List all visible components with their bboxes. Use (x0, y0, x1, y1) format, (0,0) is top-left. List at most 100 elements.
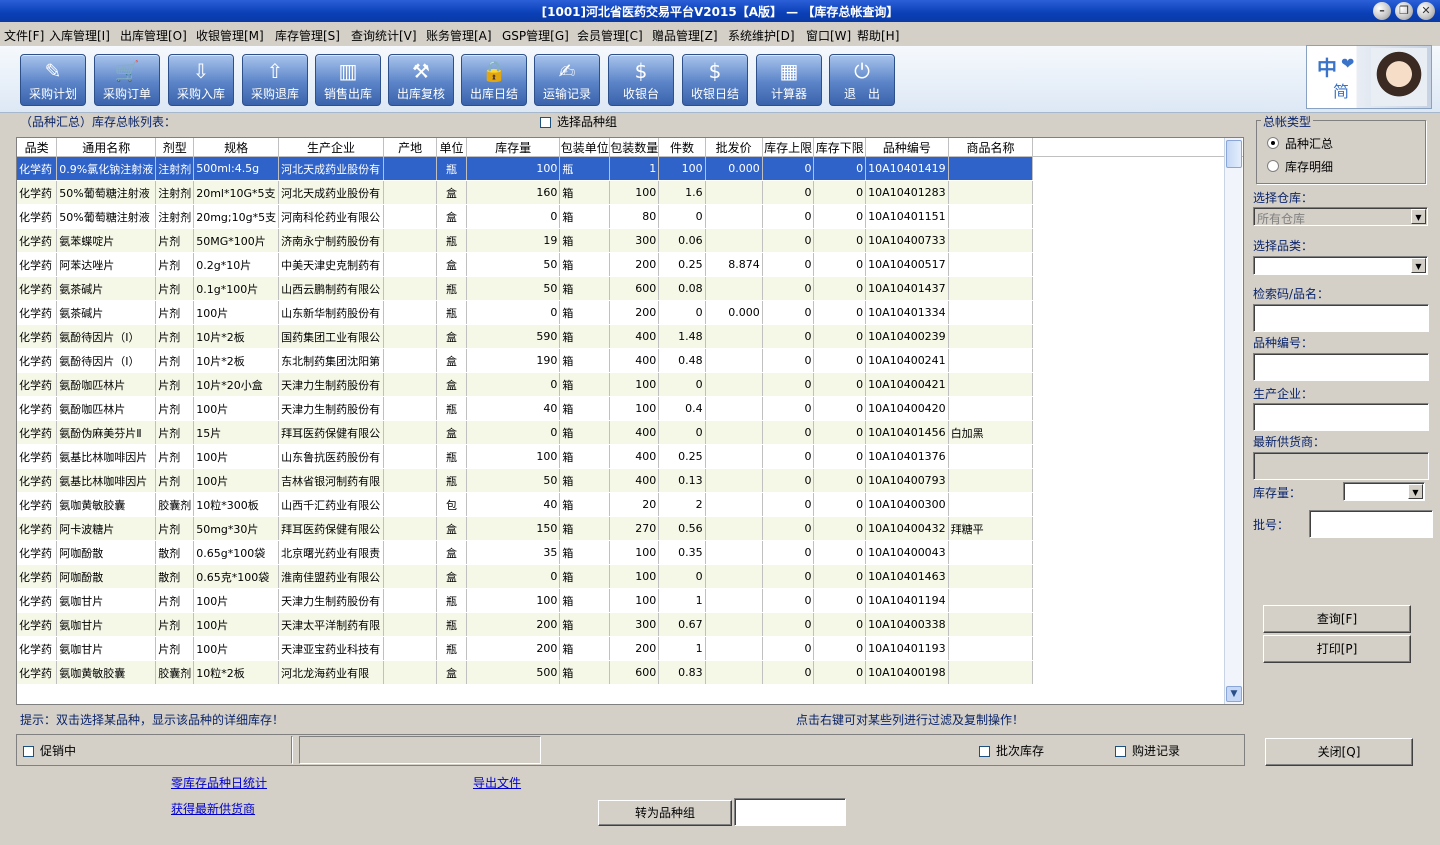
column-header[interactable]: 剂型 (155, 138, 195, 157)
toolbar-button-8[interactable]: ✍ 运输记录 (534, 54, 600, 106)
close-icon[interactable]: ✕ (1417, 2, 1435, 20)
menu-help[interactable]: 帮助[H] (857, 27, 899, 44)
toolbar-button-4[interactable]: ⇧ 采购退库 (242, 54, 308, 106)
batch-no-input[interactable] (1309, 510, 1433, 538)
column-header[interactable]: 品类 (17, 138, 58, 157)
menu-query[interactable]: 查询统计[V] (351, 27, 417, 44)
table-row[interactable]: 化学药 氨苯蝶啶片 片剂 50MG*100片 济南永宁制药股份有 瓶 19 箱 300 0.06 0… (17, 228, 1243, 253)
menu-gift[interactable]: 赠品管理[Z] (652, 27, 718, 44)
print-button[interactable]: 打印[P] (1263, 635, 1411, 663)
table-row[interactable]: 化学药 0.9%氯化钠注射液 注射剂 500ml:4.5g 河北天成药业股份有瓶 100 瓶… (17, 156, 1243, 181)
table-row[interactable]: 化学药 阿咖酚散 散剂 0.65g*100袋 北京曙光药业有限责 盒 35 箱 100 0.35 0… (17, 540, 1243, 565)
warehouse-select[interactable]: 所有仓库 ▼ (1253, 207, 1428, 226)
scroll-thumb[interactable] (1226, 140, 1242, 168)
column-header[interactable]: 商品名称 (948, 138, 1034, 157)
menu-stock[interactable]: 库存管理[S] (275, 27, 340, 44)
search-input[interactable] (1253, 304, 1429, 332)
table-row[interactable]: 化学药 50%葡萄糖注射液 注射剂 20mg;10g*5支 河南科伦药业有限公盒 0 箱 80… (17, 204, 1243, 229)
table-cell: 0 (466, 300, 561, 325)
chevron-down-icon[interactable]: ▼ (1408, 484, 1423, 499)
table-row[interactable]: 化学药 氨咖黄敏胶囊 胶囊剂 10粒*300板 山西千汇药业有限公包 40 箱 20 2 0 0 10… (17, 492, 1243, 517)
purchase-record-checkbox[interactable]: 购进记录 (1115, 742, 1180, 759)
column-header[interactable]: 批发价 (705, 138, 763, 157)
column-header[interactable]: 包装单位 (559, 138, 611, 157)
table-cell (948, 372, 1034, 397)
toolbar-button-1[interactable]: ✎ 采购计划 (20, 54, 86, 106)
toolbar-button-9[interactable]: $ 收银台 (608, 54, 674, 106)
column-header[interactable]: 通用名称 (56, 138, 157, 157)
table-row[interactable]: 化学药 氨咖甘片 片剂 100片 天津力生制药股份有瓶 100 箱 100 1 0 0 10A1040… (17, 588, 1243, 613)
column-header[interactable]: 生产企业 (278, 138, 385, 157)
category-select[interactable]: ▼ (1253, 256, 1428, 275)
table-row[interactable]: 化学药 氨酚伪麻美芬片Ⅱ 片剂 15片 拜耳医药保健有限公盒 0 箱 400 0 0 0 10A104… (17, 420, 1243, 445)
radio-detail[interactable]: 库存明细 (1267, 158, 1333, 175)
stock-select[interactable]: ▼ (1343, 482, 1425, 501)
column-header[interactable]: 品种编号 (865, 138, 949, 157)
export-link[interactable]: 导出文件 (473, 774, 521, 791)
radio-summary[interactable]: 品种汇总 (1267, 135, 1333, 152)
column-header[interactable]: 规格 (193, 138, 280, 157)
supplier-input[interactable] (1253, 452, 1429, 480)
toolbar-button-3[interactable]: ⇩ 采购入库 (168, 54, 234, 106)
table-cell: 瓶 (436, 156, 467, 181)
latest-supplier-link[interactable]: 获得最新供货商 (171, 800, 255, 817)
table-row[interactable]: 化学药 氨基比林咖啡因片 片剂 100片 吉林省银河制药有限瓶 50 箱 400 0.13 0 0 1… (17, 468, 1243, 493)
close-button[interactable]: 关闭[Q] (1265, 738, 1413, 766)
table-row[interactable]: 化学药 氨咖甘片 片剂 100片 天津太平洋制药有限瓶 200 箱 300 0.67 0 0 10A1… (17, 612, 1243, 637)
to-group-button[interactable]: 转为品种组 (598, 800, 732, 826)
table-row[interactable]: 化学药 氨茶碱片 片剂 0.1g*100片 山西云鹏制药有限公 瓶 50 箱 600 0.08 0 0… (17, 276, 1243, 301)
column-header[interactable]: 库存下限 (813, 138, 867, 157)
menu-file[interactable]: 文件[F] (4, 27, 44, 44)
column-header[interactable]: 产地 (383, 138, 438, 157)
promo-checkbox[interactable]: 促销中 (23, 742, 76, 759)
restore-icon[interactable]: ❐ (1395, 2, 1413, 20)
table-cell: 天津亚宝药业科技有 (278, 636, 385, 661)
toolbar-button-5[interactable]: ▥ 销售出库 (315, 54, 381, 106)
table-row[interactable]: 化学药 氨基比林咖啡因片 片剂 100片 山东鲁抗医药股份有 瓶 100 箱 400 0.25 0 0… (17, 444, 1243, 469)
table-row[interactable]: 化学药 50%葡萄糖注射液 注射剂 20ml*10G*5支 河北天成药业股份有 盒 160 箱… (17, 180, 1243, 205)
grid-scrollbar[interactable]: ▼ (1224, 138, 1242, 704)
zero-stock-link[interactable]: 零库存品种日统计 (171, 774, 267, 791)
column-header[interactable]: 库存量 (466, 138, 561, 157)
toolbar-button-10[interactable]: $ 收银日结 (682, 54, 748, 106)
table-row[interactable]: 化学药 氨酚待因片（Ⅰ） 片剂 10片*2板 国药集团工业有限公 盒 590 箱 400 1.48… (17, 324, 1243, 349)
table-row[interactable]: 化学药 阿苯达唑片 片剂 0.2g*10片 中美天津史克制药有 盒 50 箱 200 0.25 8.… (17, 252, 1243, 277)
column-header[interactable]: 库存上限 (762, 138, 815, 157)
table-row[interactable]: 化学药 阿咖酚散 散剂 0.65克*100袋 淮南佳盟药业有限公盒 0 箱 100 0 0 0 10A… (17, 564, 1243, 589)
menu-system[interactable]: 系统维护[D] (728, 27, 795, 44)
menu-member[interactable]: 会员管理[C] (577, 27, 643, 44)
maker-input[interactable] (1253, 403, 1429, 431)
table-row[interactable]: 化学药 氨酚咖匹林片 片剂 10片*20小盒 天津力生制药股份有盒 0 箱 100 0 0 0 10A… (17, 372, 1243, 397)
table-row[interactable]: 化学药 氨酚待因片（Ⅰ） 片剂 10片*2板 东北制药集团沈阳第 盒 190 箱 400 0.48… (17, 348, 1243, 373)
table-row[interactable]: 化学药 氨咖黄敏胶囊 胶囊剂 10粒*2板 河北龙海药业有限 盒 500 箱 600 0.83 0 0… (17, 660, 1243, 685)
stock-grid[interactable]: 品类 通用名称 剂型 规格 生产企业 产地 单位 库存量 包装单位 包装数量 件数 批发价 库存上限 库存… (16, 137, 1244, 705)
query-button[interactable]: 查询[F] (1263, 605, 1411, 633)
chevron-down-icon[interactable]: ▼ (1411, 209, 1426, 224)
toolbar-button-6[interactable]: ⚒ 出库复核 (388, 54, 454, 106)
menu-outbound[interactable]: 出库管理[O] (120, 27, 187, 44)
column-header[interactable]: 包装数量 (609, 138, 660, 157)
menu-gsp[interactable]: GSP管理[G] (502, 27, 569, 44)
column-header[interactable]: 件数 (658, 138, 706, 157)
menu-window[interactable]: 窗口[W] (806, 27, 851, 44)
toolbar-button-2[interactable]: 🛒 采购订单 (94, 54, 160, 106)
toolbar-button-12[interactable]: ⏻ 退 出 (829, 54, 895, 106)
chevron-down-icon[interactable]: ▼ (1411, 258, 1426, 273)
select-group-checkbox[interactable]: 选择品种组 (540, 113, 617, 130)
table-row[interactable]: 化学药 氨茶碱片 片剂 100片 山东新华制药股份有瓶 0 箱 200 0 0.000 0 0 10A1… (17, 300, 1243, 325)
minimize-icon[interactable]: – (1373, 2, 1391, 20)
table-cell: 10A10401151 (865, 204, 949, 229)
toolbar-button-7[interactable]: 🔒 出库日结 (461, 54, 527, 106)
table-row[interactable]: 化学药 阿卡波糖片 片剂 50mg*30片 拜耳医药保健有限公 盒 150 箱 270 0.56 0… (17, 516, 1243, 541)
table-row[interactable]: 化学药 氨酚咖匹林片 片剂 100片 天津力生制药股份有瓶 40 箱 100 0.4 0 0 10A1… (17, 396, 1243, 421)
menu-cashier[interactable]: 收银管理[M] (196, 27, 264, 44)
toolbar-button-11[interactable]: ▦ 计算器 (756, 54, 822, 106)
menu-accounts[interactable]: 账务管理[A] (426, 27, 492, 44)
menu-inbound[interactable]: 入库管理[I] (49, 27, 110, 44)
batch-stock-checkbox[interactable]: 批次库存 (979, 742, 1044, 759)
group-name-input[interactable] (734, 798, 846, 826)
column-header[interactable]: 单位 (436, 138, 467, 157)
code-input[interactable] (1253, 353, 1429, 381)
table-row[interactable]: 化学药 氨咖甘片 片剂 100片 天津亚宝药业科技有瓶 200 箱 200 1 0 0 10A1040… (17, 636, 1243, 661)
chevron-down-icon[interactable]: ▼ (1226, 686, 1242, 702)
